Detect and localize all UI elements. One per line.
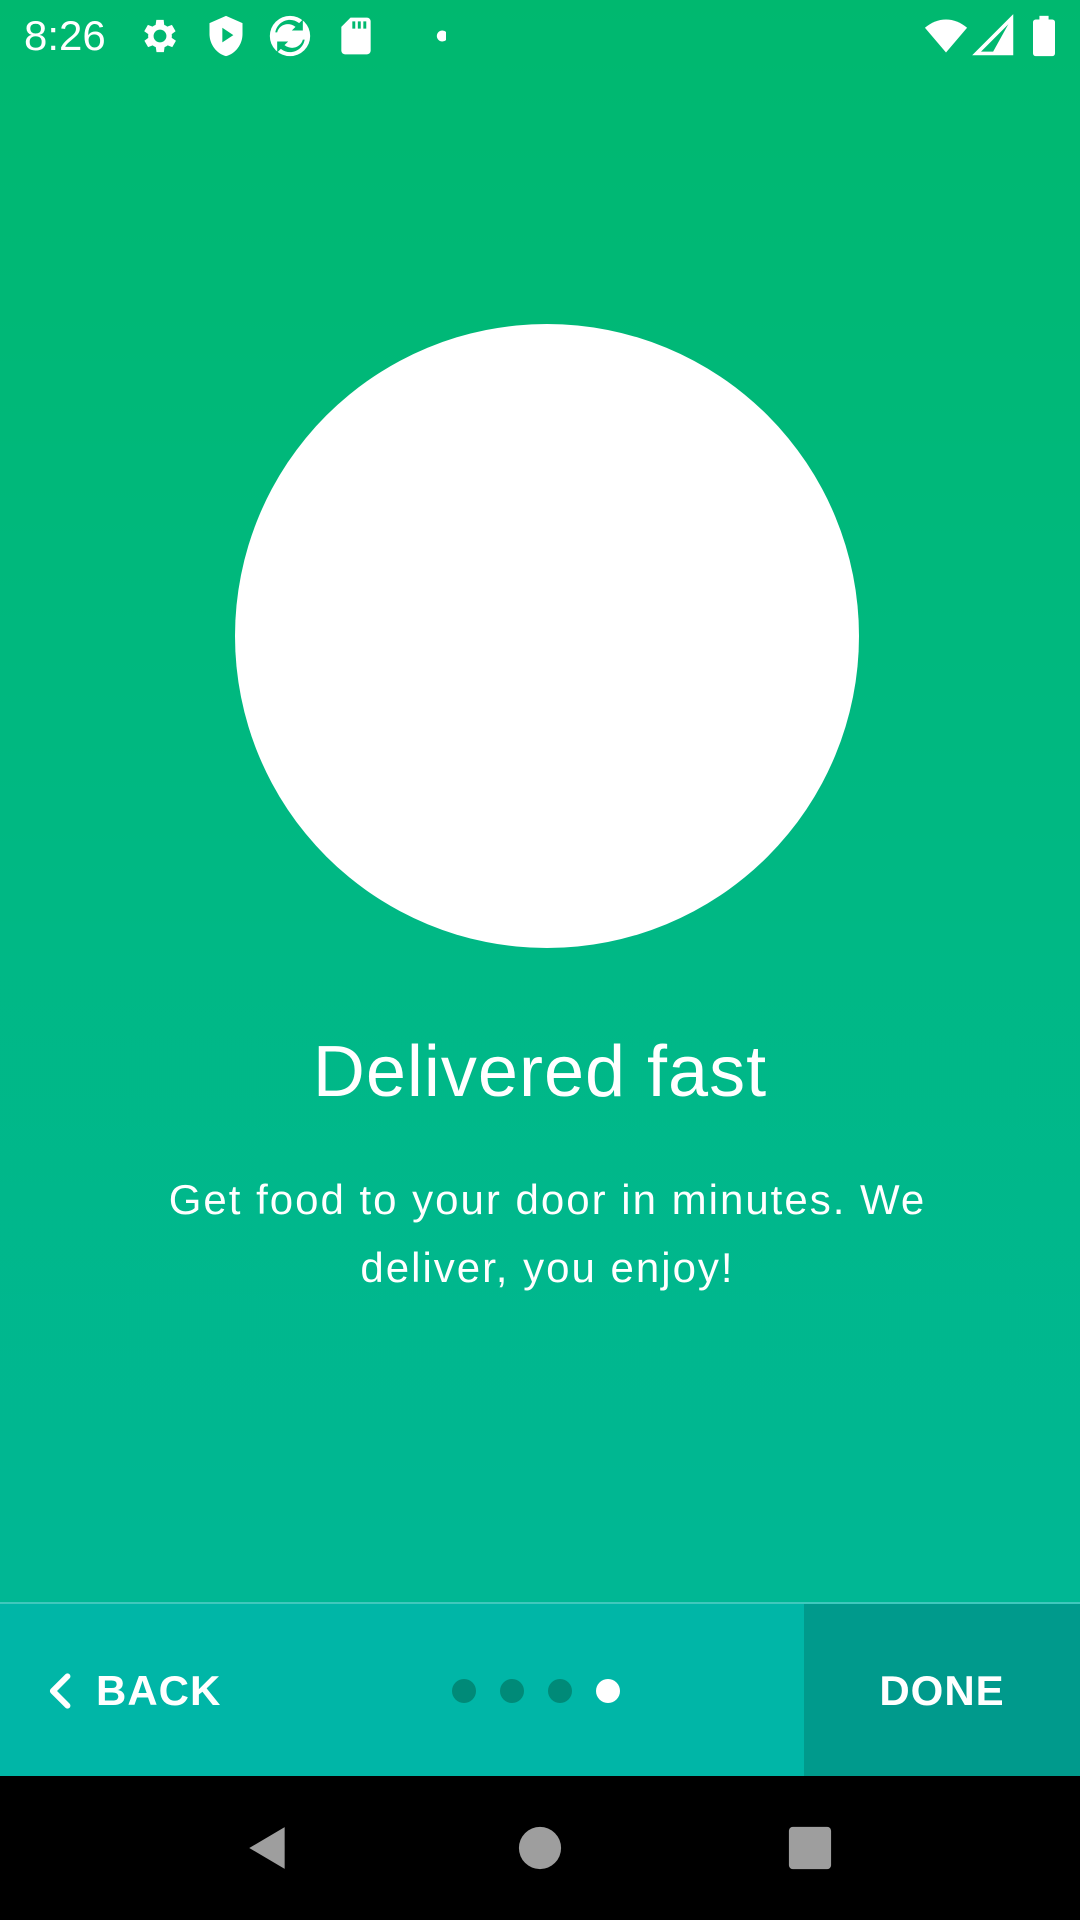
onboarding-bottom-bar: BACK DONE [0, 1602, 1080, 1778]
system-nav-bar [0, 1776, 1080, 1920]
status-time: 8:26 [24, 12, 106, 59]
wifi-icon [922, 14, 970, 58]
page-dot-3[interactable] [548, 1679, 572, 1703]
cell-signal-icon [972, 14, 1016, 58]
back-button-label: BACK [96, 1667, 222, 1714]
hero-image [235, 324, 859, 948]
page-indicator [452, 1604, 620, 1778]
back-button[interactable]: BACK [40, 1604, 221, 1778]
status-bar: 8:26 [0, 0, 1080, 72]
page-dot-1[interactable] [452, 1679, 476, 1703]
chevron-left-icon [40, 1669, 84, 1713]
gear-icon [138, 14, 182, 58]
sd-card-icon [334, 14, 378, 58]
page-title: Delivered fast [312, 1032, 768, 1112]
back-triangle-icon[interactable] [222, 1802, 314, 1894]
page-dot-4-active[interactable] [596, 1679, 620, 1703]
done-button[interactable]: DONE [804, 1604, 1080, 1778]
page-description: Get food to your door in minutes. We del… [168, 1176, 927, 1291]
home-circle-icon[interactable] [494, 1802, 586, 1894]
battery-icon [1026, 14, 1062, 58]
shield-play-icon [204, 14, 248, 58]
recents-square-icon[interactable] [764, 1802, 856, 1894]
notification-dot-icon [402, 14, 446, 58]
sync-app-icon [268, 14, 312, 58]
done-button-label: DONE [879, 1667, 1005, 1714]
page-dot-2[interactable] [500, 1679, 524, 1703]
onboarding-screen: 8:26 Delivered fast Get food to your doo… [0, 0, 1080, 1920]
